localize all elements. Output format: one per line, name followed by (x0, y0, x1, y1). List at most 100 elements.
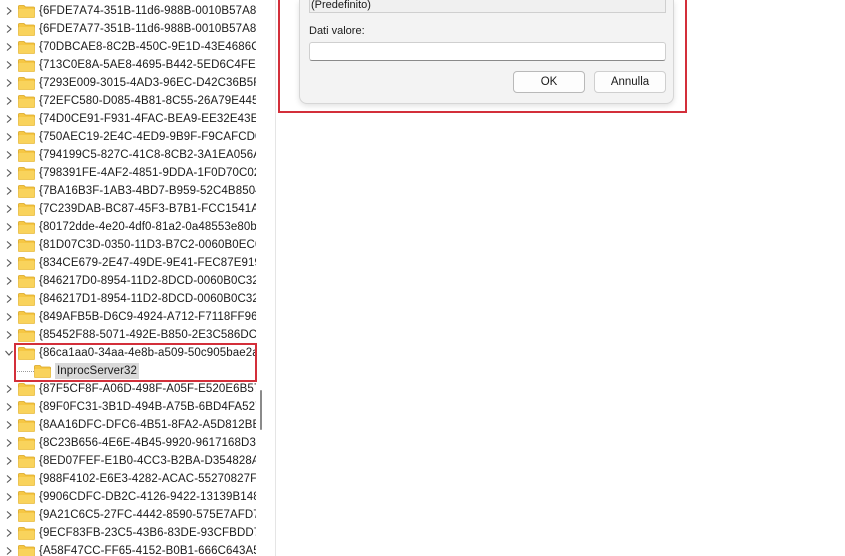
registry-tree[interactable]: {6FDE7A74-351B-11d6-988B-0010B57A8B {6FDE… (0, 0, 256, 556)
tree-item[interactable]: {72EFC580-D085-4B81-8C55-26A79E4453 (0, 92, 256, 110)
tree-item[interactable]: {7293E009-3015-4AD3-96EC-D42C36B5FC (0, 74, 256, 92)
tree-item-label: {834CE679-2E47-49DE-9E41-FEC87E9192E (39, 257, 256, 269)
chevron-right-icon[interactable] (4, 204, 14, 214)
tree-item[interactable]: {70DBCAE8-8C2B-450C-9E1D-43E4686C6 (0, 38, 256, 56)
tree-item-label: {6FDE7A74-351B-11d6-988B-0010B57A8B (39, 5, 256, 17)
tree-item-label: {7C239DAB-BC87-45F3-B7B1-FCC1541A2 (39, 203, 256, 215)
chevron-right-icon[interactable] (4, 312, 14, 322)
tree-item-label: {85452F88-5071-492E-B850-2E3C586DCBI (39, 329, 256, 341)
pane-divider (275, 0, 276, 556)
tree-item[interactable]: {9ECF83FB-23C5-43B6-83DE-93CFBDD74 (0, 524, 256, 542)
tree-item-label: {988F4102-E6E3-4282-ACAC-55270827F2 (39, 473, 256, 485)
tree-item-label: {846217D1-8954-11D2-8DCD-0060B0C325 (39, 293, 256, 305)
tree-item-label: {89F0FC31-3B1D-494B-A75B-6BD4FA527E (39, 401, 256, 413)
chevron-right-icon[interactable] (4, 186, 14, 196)
tree-item-label: {9A21C6C5-27FC-4442-8590-575E7AFD73 (39, 509, 256, 521)
folder-icon (18, 221, 35, 234)
tree-item[interactable]: {6FDE7A77-351B-11d6-988B-0010B57A8B (0, 20, 256, 38)
chevron-right-icon[interactable] (4, 294, 14, 304)
folder-icon (18, 23, 35, 36)
tree-item-label: {7BA16B3F-1AB3-4BD7-B959-52C4B8504I (39, 185, 256, 197)
chevron-right-icon[interactable] (4, 276, 14, 286)
tree-item[interactable]: {8C23B656-4E6E-4B45-9920-9617168D39A (0, 434, 256, 452)
folder-icon (18, 275, 35, 288)
tree-scrollbar-thumb[interactable] (260, 390, 262, 430)
chevron-right-icon[interactable] (4, 528, 14, 538)
folder-icon (18, 473, 35, 486)
tree-item[interactable]: {80172dde-4e20-4df0-81a2-0a48553e80bI (0, 218, 256, 236)
splitter[interactable] (256, 0, 276, 556)
folder-icon (18, 419, 35, 432)
tree-item[interactable]: {834CE679-2E47-49DE-9E41-FEC87E9192E (0, 254, 256, 272)
chevron-down-icon[interactable] (4, 348, 14, 358)
chevron-right-icon[interactable] (4, 114, 14, 124)
chevron-right-icon[interactable] (4, 60, 14, 70)
tree-item[interactable]: {8AA16DFC-DFC6-4B51-8FA2-A5D812BE3 (0, 416, 256, 434)
chevron-right-icon[interactable] (4, 168, 14, 178)
chevron-right-icon[interactable] (4, 546, 14, 556)
tree-item[interactable]: {74D0CE91-F931-4FAC-BEA9-EE32E43EAD (0, 110, 256, 128)
chevron-right-icon[interactable] (4, 42, 14, 52)
tree-item[interactable]: {81D07C3D-0350-11D3-B7C2-0060B0EC0 (0, 236, 256, 254)
chevron-right-icon[interactable] (4, 258, 14, 268)
folder-icon (18, 257, 35, 270)
tree-item[interactable]: {9906CDFC-DB2C-4126-9422-13139B1484 (0, 488, 256, 506)
chevron-right-icon[interactable] (4, 438, 14, 448)
chevron-right-icon[interactable] (4, 222, 14, 232)
tree-item[interactable]: {794199C5-827C-41C8-8CB2-3A1EA056A (0, 146, 256, 164)
folder-icon (18, 77, 35, 90)
chevron-right-icon[interactable] (4, 24, 14, 34)
tree-item[interactable]: {6FDE7A74-351B-11d6-988B-0010B57A8B (0, 2, 256, 20)
chevron-right-icon[interactable] (4, 330, 14, 340)
tree-item-label: {8AA16DFC-DFC6-4B51-8FA2-A5D812BE3 (39, 419, 256, 431)
tree-item[interactable]: {849AFB5B-D6C9-4924-A712-F7118FF961 (0, 308, 256, 326)
tree-item[interactable]: {A58F47CC-FF65-4152-B0B1-666C643A5E (0, 542, 256, 556)
tree-item-label: {70DBCAE8-8C2B-450C-9E1D-43E4686C6 (39, 41, 256, 53)
chevron-right-icon[interactable] (4, 420, 14, 430)
folder-icon (18, 5, 35, 18)
tree-item-label: {713C0E8A-5AE8-4695-B442-5ED6C4FE5C (39, 59, 256, 71)
tree-item[interactable]: {713C0E8A-5AE8-4695-B442-5ED6C4FE5C (0, 56, 256, 74)
chevron-right-icon[interactable] (4, 492, 14, 502)
chevron-right-icon[interactable] (4, 132, 14, 142)
chevron-right-icon[interactable] (4, 384, 14, 394)
chevron-right-icon[interactable] (4, 456, 14, 466)
tree-item-label: {A58F47CC-FF65-4152-B0B1-666C643A5E (39, 545, 256, 556)
tree-item[interactable]: {9A21C6C5-27FC-4442-8590-575E7AFD73 (0, 506, 256, 524)
tree-item-label: {8C23B656-4E6E-4B45-9920-9617168D39A (39, 437, 256, 449)
tree-item[interactable]: {846217D1-8954-11D2-8DCD-0060B0C325 (0, 290, 256, 308)
chevron-right-icon[interactable] (4, 78, 14, 88)
tree-item-label: {80172dde-4e20-4df0-81a2-0a48553e80bI (39, 221, 256, 233)
folder-icon (18, 41, 35, 54)
tree-item[interactable]: {8ED07FEF-E1B0-4CC3-B2BA-D354828AB (0, 452, 256, 470)
chevron-right-icon[interactable] (4, 474, 14, 484)
chevron-right-icon[interactable] (4, 150, 14, 160)
tree-item[interactable]: {798391FE-4AF2-4851-9DDA-1F0D70C02A (0, 164, 256, 182)
tree-item-label: {6FDE7A77-351B-11d6-988B-0010B57A8B (39, 23, 256, 35)
folder-icon (18, 437, 35, 450)
folder-icon (18, 527, 35, 540)
tree-item-label: {9906CDFC-DB2C-4126-9422-13139B1484 (39, 491, 256, 503)
tree-item[interactable]: {87F5CF8F-A06D-498F-A05F-E520E6B570 (0, 380, 256, 398)
folder-icon (18, 401, 35, 414)
chevron-right-icon[interactable] (4, 96, 14, 106)
folder-icon (18, 185, 35, 198)
chevron-right-icon[interactable] (4, 402, 14, 412)
chevron-right-icon[interactable] (4, 510, 14, 520)
tree-item[interactable]: {988F4102-E6E3-4282-ACAC-55270827F2 (0, 470, 256, 488)
folder-icon (18, 131, 35, 144)
tree-item-label: {750AEC19-2E4C-4ED9-9B9F-F9CAFCD06 (39, 131, 256, 143)
folder-icon (18, 149, 35, 162)
tree-item[interactable]: {7C239DAB-BC87-45F3-B7B1-FCC1541A2 (0, 200, 256, 218)
chevron-right-icon[interactable] (4, 240, 14, 250)
folder-icon (18, 293, 35, 306)
tree-item-label: {798391FE-4AF2-4851-9DDA-1F0D70C02A (39, 167, 256, 179)
tree-item[interactable]: {750AEC19-2E4C-4ED9-9B9F-F9CAFCD06 (0, 128, 256, 146)
tree-item[interactable]: {89F0FC31-3B1D-494B-A75B-6BD4FA527E (0, 398, 256, 416)
tree-item[interactable]: {846217D0-8954-11D2-8DCD-0060B0C325 (0, 272, 256, 290)
tree-item-label: {794199C5-827C-41C8-8CB2-3A1EA056A (39, 149, 256, 161)
tree-item-label: {74D0CE91-F931-4FAC-BEA9-EE32E43EAD (39, 113, 256, 125)
tree-item[interactable]: {85452F88-5071-492E-B850-2E3C586DCBI (0, 326, 256, 344)
chevron-right-icon[interactable] (4, 6, 14, 16)
tree-item[interactable]: {7BA16B3F-1AB3-4BD7-B959-52C4B8504I (0, 182, 256, 200)
